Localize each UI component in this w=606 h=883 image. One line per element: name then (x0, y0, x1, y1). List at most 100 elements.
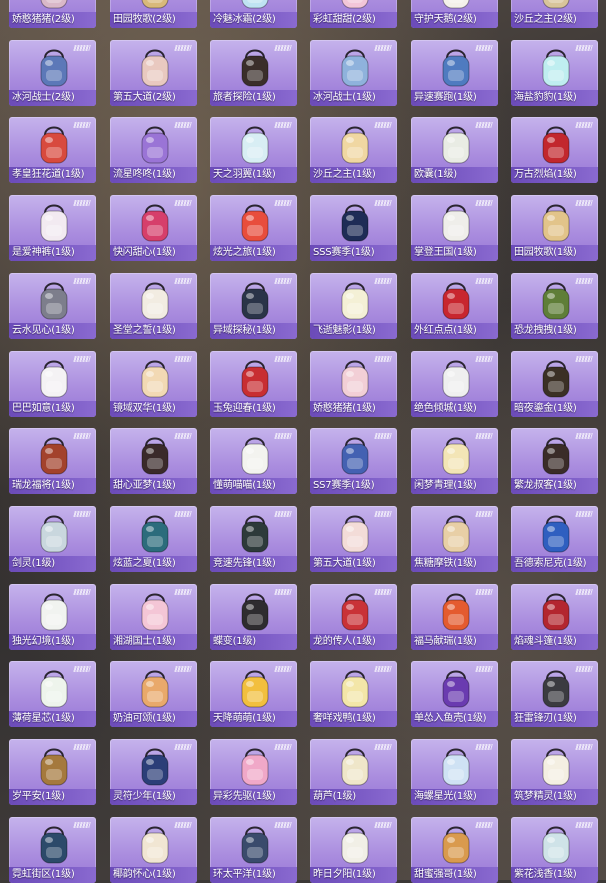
backpack-card[interactable]: 掌登王国(1级) (411, 195, 498, 262)
backpack-card[interactable]: 奶油可颂(1级) (110, 661, 197, 728)
backpack-card[interactable]: 葫芦(1级) (310, 739, 397, 805)
leopard-backpack-icon (542, 49, 570, 87)
backpack-name-label: 田园牧歌(1级) (514, 247, 577, 259)
backpack-card[interactable]: 紫花浅香(1级) (511, 816, 598, 883)
backpack-card[interactable]: 椰韵怀心(1级) (110, 816, 197, 883)
backpack-card[interactable]: 冷魅冰霜(2级) (210, 0, 297, 28)
backpack-card[interactable]: 圣堂之誓(1级) (110, 272, 197, 339)
backpack-card[interactable]: 冰河战士(1级) (310, 39, 397, 106)
backpack-card[interactable]: 单怂入鱼壳(1级) (411, 661, 498, 728)
backpack-card[interactable]: 薄荷星芯(1级) (9, 661, 96, 728)
backpack-card[interactable]: 旅者探险(1级) (210, 39, 297, 106)
backpack-card[interactable]: 天之羽翼(1级) (210, 117, 297, 184)
backpack-card[interactable]: 万古烈焰(1级) (511, 117, 598, 184)
backpack-card[interactable]: 筑梦精灵(1级) (511, 739, 598, 805)
backpack-card[interactable]: 环太平洋(1级) (210, 816, 297, 883)
backpack-card[interactable]: 甜蜜强哥(1级) (411, 816, 498, 883)
backpack-card[interactable]: 岁平安(1级) (9, 739, 96, 805)
backpack-card[interactable]: 娇憨猪猪(1级) (310, 350, 397, 417)
backpack-card[interactable]: 暗夜鎏金(1级) (511, 350, 598, 417)
backpack-card[interactable]: 是爱神裤(1级) (9, 195, 96, 262)
backpack-card[interactable]: 孝皇狂花道(1级) (9, 117, 96, 184)
backpack-card[interactable]: 快闪甜心(1级) (110, 195, 197, 262)
rarity-stripes-icon (73, 666, 91, 673)
backpack-card[interactable]: 守护天鹅(2级) (411, 0, 498, 28)
rarity-stripes-icon (475, 277, 493, 284)
backpack-card[interactable]: 异域探秘(1级) (210, 272, 297, 339)
backpack-card[interactable]: 焦糖摩铁(1级) (411, 505, 498, 572)
backpack-card[interactable]: 外红点点(1级) (411, 272, 498, 339)
backpack-card[interactable]: 绝色倾城(1级) (411, 350, 498, 417)
backpack-card[interactable]: 闲梦青理(1级) (411, 428, 498, 495)
backpack-name-label: 奢咩戏鸭(1级) (313, 713, 376, 725)
backpack-card[interactable]: 娇憨猪猪(2级) (9, 0, 96, 28)
backpack-card[interactable]: 天降萌萌(1级) (210, 661, 297, 728)
backpack-card[interactable]: 飞逝魅影(1级) (310, 272, 397, 339)
backpack-card[interactable]: 欧囊(1级) (411, 117, 498, 184)
backpack-card[interactable]: 玉兔迎春(1级) (210, 350, 297, 417)
backpack-card[interactable]: 炫光之旅(1级) (210, 195, 297, 262)
backpack-card[interactable]: 霓虹街区(1级) (9, 816, 96, 883)
backpack-card[interactable]: 焰魂斗篷(1级) (511, 583, 598, 650)
backpack-card[interactable]: 炫蓝之夏(1级) (110, 505, 197, 572)
backpack-card[interactable]: 奢咩戏鸭(1级) (310, 661, 397, 728)
phantom-backpack-icon (341, 282, 369, 320)
backpack-name-label: 天之羽翼(1级) (213, 169, 276, 181)
mint-backpack-icon (40, 670, 68, 708)
backpack-grid: 娇憨猪猪(2级) 田园牧歌(2级) 冷魅冰霜(2级) 彩虹甜甜(2级) 守护天鹅(2级)… (0, 0, 606, 883)
rarity-stripes-icon (575, 744, 593, 750)
backpack-card[interactable]: 流星咚咚(1级) (110, 117, 197, 184)
backpack-name-label: 龙的传人(1级) (313, 635, 376, 647)
dino-backpack-icon (542, 282, 570, 320)
violet-backpack-icon (542, 826, 570, 864)
backpack-card[interactable]: 异彩先驱(1级) (210, 739, 297, 805)
backpack-name-label: 绝色倾城(1级) (414, 402, 477, 414)
backpack-card[interactable]: 海盐豹豹(1级) (511, 39, 598, 106)
backpack-name-label: 守护天鹅(2级) (414, 14, 477, 25)
backpack-name-label: 异彩先驱(1级) (213, 791, 276, 802)
backpack-card[interactable]: 冰河战士(2级) (9, 39, 96, 106)
fifth-avenue-backpack-icon (341, 515, 369, 553)
backpack-card[interactable]: 懂萌喵喵(1级) (210, 428, 297, 495)
backpack-name-label: 彩虹甜甜(2级) (313, 14, 376, 25)
backpack-card[interactable]: 龙的传人(1级) (310, 583, 397, 650)
backpack-card[interactable]: SSS赛季(1级) (310, 195, 397, 262)
backpack-card[interactable]: 狂雷锋刃(1级) (511, 661, 598, 728)
backpack-card[interactable]: 云水见心(1级) (9, 272, 96, 339)
backpack-card[interactable]: 第五大道(1级) (310, 505, 397, 572)
backpack-name-label: 流星咚咚(1级) (113, 169, 176, 181)
backpack-name-label: 冷魅冰霜(2级) (213, 14, 276, 25)
backpack-card[interactable]: 第五大道(2级) (110, 39, 197, 106)
rarity-stripes-icon (374, 821, 392, 828)
rarity-stripes-icon (174, 666, 192, 673)
backpack-card[interactable]: 福马献瑞(1级) (411, 583, 498, 650)
backpack-card[interactable]: 恐龙拽拽(1级) (511, 272, 598, 339)
backpack-card[interactable]: 灵符少年(1级) (110, 739, 197, 805)
backpack-card[interactable]: 彩虹甜甜(2级) (310, 0, 397, 28)
backpack-card[interactable]: SS7赛季(1级) (310, 428, 397, 495)
backpack-card[interactable]: 吾德索尼克(1级) (511, 505, 598, 572)
backpack-card[interactable]: 异速赛跑(1级) (411, 39, 498, 106)
backpack-card[interactable]: 沙丘之主(2级) (511, 0, 598, 28)
backpack-card[interactable]: 昨日夕阳(1级) (310, 816, 397, 883)
pig-backpack-icon (341, 360, 369, 397)
backpack-card[interactable]: 竞速先锋(1级) (210, 505, 297, 572)
backpack-card[interactable]: 繁龙叔客(1级) (511, 428, 598, 495)
backpack-card[interactable]: 镜域双华(1级) (110, 350, 197, 417)
backpack-card[interactable]: 甜心亚梦(1级) (110, 428, 197, 495)
backpack-card[interactable]: 瑞龙福将(1级) (9, 428, 96, 495)
backpack-name-label: 玉兔迎春(1级) (213, 402, 276, 414)
dune-backpack-icon (542, 0, 570, 9)
backpack-name-label: 海盐豹豹(1级) (514, 91, 577, 103)
rarity-stripes-icon (73, 510, 91, 517)
backpack-card[interactable]: 田园牧歌(1级) (511, 195, 598, 262)
backpack-card[interactable]: 蝶变(1级) (210, 583, 297, 650)
backpack-card[interactable]: 湘湖国士(1级) (110, 583, 197, 650)
backpack-card[interactable]: 巴巴如意(1级) (9, 350, 96, 417)
mystery-backpack-icon (241, 282, 269, 320)
backpack-card[interactable]: 剑灵(1级) (9, 505, 96, 572)
backpack-card[interactable]: 海螺星光(1级) (411, 739, 498, 805)
backpack-card[interactable]: 独光幻境(1级) (9, 583, 96, 650)
backpack-card[interactable]: 沙丘之主(1级) (310, 117, 397, 184)
backpack-card[interactable]: 田园牧歌(2级) (110, 0, 197, 28)
